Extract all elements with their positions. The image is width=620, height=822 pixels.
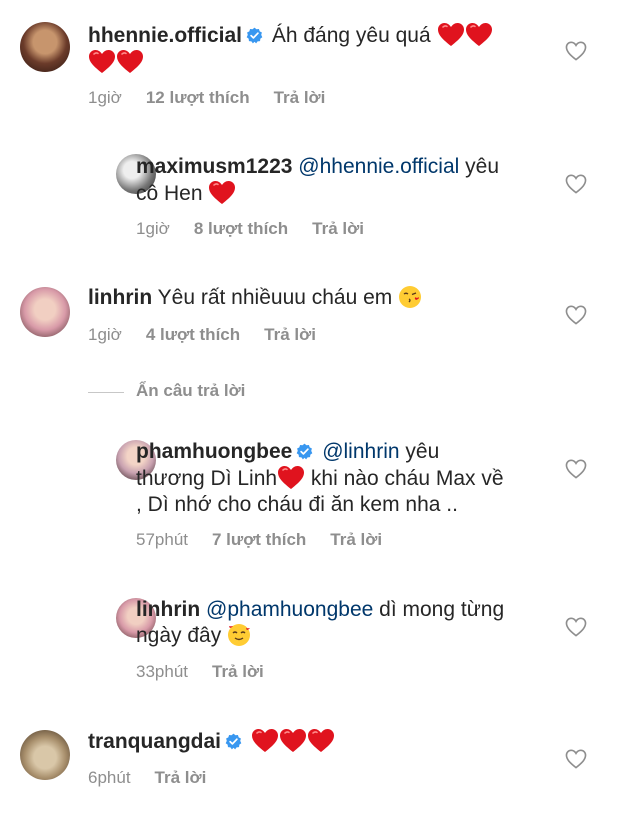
comment-body: Áh đáng yêu quá bbox=[271, 24, 431, 47]
comment-body: yêu bbox=[405, 440, 440, 463]
comment-meta: 33phút Trả lời bbox=[136, 662, 264, 682]
comment-text: maximusm1223 @hhennie.official yêu cô He… bbox=[136, 154, 546, 207]
comment-body: thương Dì Linh bbox=[136, 467, 278, 490]
reply-button[interactable]: Trả lời bbox=[155, 768, 207, 788]
reply-button[interactable]: Trả lời bbox=[330, 530, 382, 550]
timestamp: 33phút bbox=[136, 662, 188, 681]
avatar[interactable] bbox=[20, 287, 70, 337]
red-heart-icon bbox=[116, 49, 144, 74]
comment-body: khi nào cháu Max về bbox=[310, 467, 504, 490]
red-heart-icon bbox=[465, 22, 493, 47]
verified-icon bbox=[225, 733, 242, 750]
red-heart-icon bbox=[437, 22, 465, 47]
red-heart-icon bbox=[251, 728, 279, 753]
likes-count[interactable]: 12 lượt thích bbox=[146, 88, 250, 108]
comment-text: linhrin @phamhuongbee dì mong từng ngày … bbox=[136, 597, 556, 649]
verified-icon bbox=[246, 27, 263, 44]
timestamp: 1giờ bbox=[88, 325, 122, 344]
red-heart-icon bbox=[279, 728, 307, 753]
like-heart-icon[interactable] bbox=[565, 305, 587, 325]
timestamp: 1giờ bbox=[88, 88, 122, 107]
comment-body: Yêu rất nhiềuuu cháu em bbox=[157, 286, 393, 309]
reply-button[interactable]: Trả lời bbox=[274, 88, 326, 108]
username[interactable]: tranquangdai bbox=[88, 730, 221, 753]
comment-meta: 1giờ 8 lượt thích Trả lời bbox=[136, 219, 364, 239]
comment-meta: 1giờ 4 lượt thích Trả lời bbox=[88, 325, 316, 345]
likes-count[interactable]: 4 lượt thích bbox=[146, 325, 240, 345]
like-heart-icon[interactable] bbox=[565, 617, 587, 637]
comment-meta: 6phút Trả lời bbox=[88, 768, 206, 788]
timestamp: 57phút bbox=[136, 530, 188, 549]
reply-button[interactable]: Trả lời bbox=[212, 662, 264, 682]
avatar[interactable] bbox=[20, 22, 70, 72]
comment-body: ngày đây bbox=[136, 624, 222, 647]
comment-text: hhennie.official Áh đáng yêu quá bbox=[88, 22, 558, 76]
likes-count[interactable]: 7 lượt thích bbox=[212, 530, 306, 550]
timestamp: 6phút bbox=[88, 768, 131, 787]
kissing-face-icon bbox=[399, 286, 422, 308]
reply-button[interactable]: Trả lời bbox=[264, 325, 316, 345]
comment-text: phamhuongbee @linhrin yêu thương Dì Linh… bbox=[136, 439, 556, 518]
verified-icon bbox=[296, 443, 313, 460]
mention-link[interactable]: @phamhuongbee bbox=[206, 598, 373, 621]
mention-link[interactable]: @hhennie.official bbox=[298, 155, 459, 178]
username[interactable]: linhrin bbox=[136, 598, 200, 621]
comment-meta: 57phút 7 lượt thích Trả lời bbox=[136, 530, 382, 550]
comment-text: tranquangdai bbox=[88, 728, 558, 755]
comment-body: dì mong từng bbox=[379, 598, 505, 621]
timestamp: 1giờ bbox=[136, 219, 170, 238]
mention-link[interactable]: @linhrin bbox=[322, 440, 399, 463]
reply-button[interactable]: Trả lời bbox=[312, 219, 364, 239]
smiling-face-with-hearts-icon bbox=[228, 624, 251, 646]
username[interactable]: phamhuongbee bbox=[136, 440, 292, 463]
replies-divider bbox=[88, 392, 124, 393]
comment-meta: 1giờ 12 lượt thích Trả lời bbox=[88, 88, 325, 108]
red-heart-icon bbox=[88, 49, 116, 74]
like-heart-icon[interactable] bbox=[565, 459, 587, 479]
username[interactable]: hhennie.official bbox=[88, 24, 242, 47]
red-heart-icon bbox=[208, 180, 236, 205]
comment-body: yêu bbox=[465, 155, 500, 178]
red-heart-icon bbox=[277, 465, 305, 490]
hide-replies-button[interactable]: Ẩn câu trả lời bbox=[136, 381, 245, 401]
like-heart-icon[interactable] bbox=[565, 174, 587, 194]
comment-body: , Dì nhớ cho cháu đi ăn kem nha .. bbox=[136, 493, 458, 516]
avatar[interactable] bbox=[20, 730, 70, 780]
like-heart-icon[interactable] bbox=[565, 41, 587, 61]
comment-body: cô Hen bbox=[136, 182, 203, 205]
likes-count[interactable]: 8 lượt thích bbox=[194, 219, 288, 239]
comment-text: linhrin Yêu rất nhiềuuu cháu em bbox=[88, 285, 558, 311]
username[interactable]: maximusm1223 bbox=[136, 155, 292, 178]
like-heart-icon[interactable] bbox=[565, 749, 587, 769]
red-heart-icon bbox=[307, 728, 335, 753]
username[interactable]: linhrin bbox=[88, 286, 152, 309]
